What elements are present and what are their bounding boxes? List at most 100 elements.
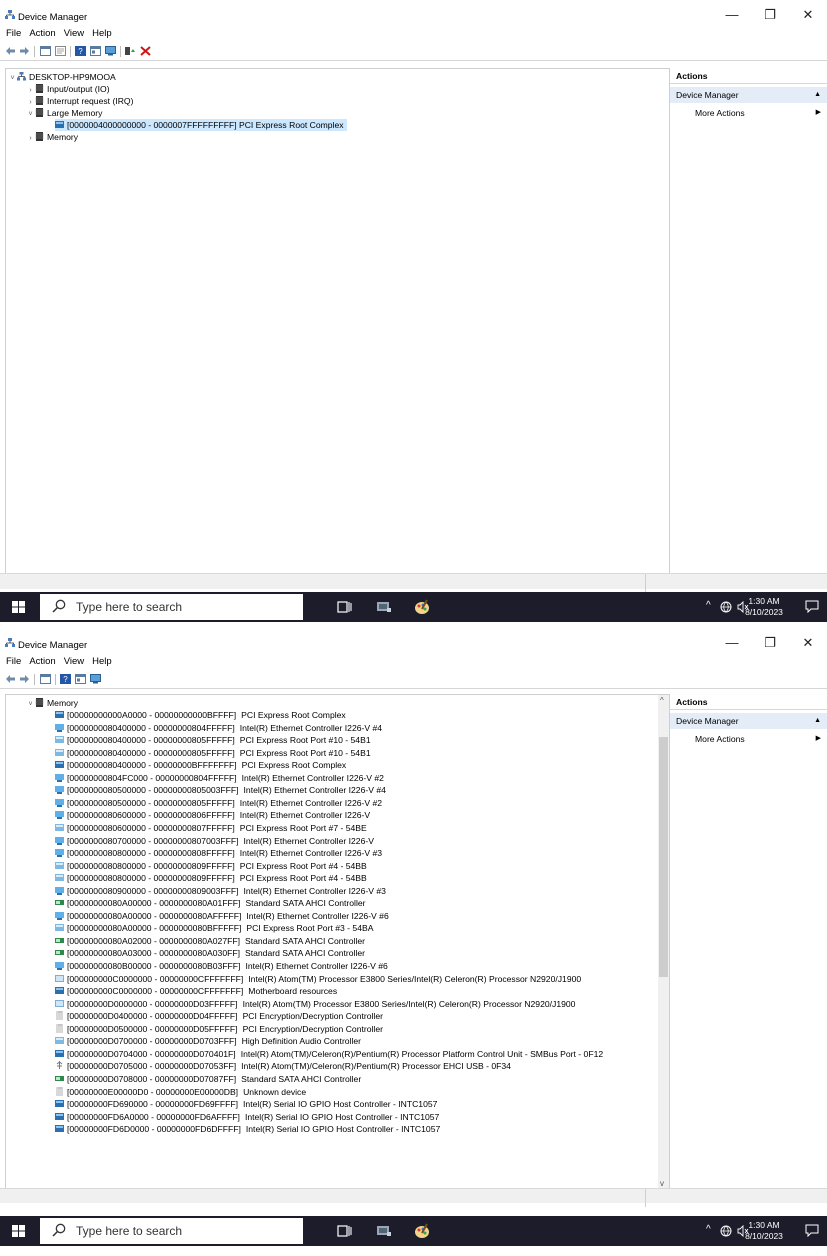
list-item[interactable]: [00000000D0708000 - 00000000D07087FF] Sta… [55,1073,361,1085]
show-hidden-icons[interactable]: ^ [706,600,711,611]
more-actions-item[interactable]: More Actions ▶ [670,732,827,746]
maximize-button[interactable]: ❐ [755,7,785,23]
scan-hardware-icon[interactable] [105,46,116,56]
list-item[interactable]: [00000000080A03000 - 0000000080A030FF] St… [55,947,365,959]
list-item[interactable]: [0000000080600000 - 00000000807FFFFF] PCI… [55,822,367,834]
properties-icon[interactable] [55,46,66,56]
list-item[interactable]: [0000000080500000 - 00000000805FFFFF] Int… [55,797,382,809]
list-item[interactable]: [00000000D0500000 - 00000000D05FFFFF] PCI… [55,1023,383,1035]
tree-node-computer[interactable]: ˅ DESKTOP-HP9MOOA [8,71,116,83]
tree-node-memory[interactable]: ˅ Memory [26,697,78,709]
tree-node-memory[interactable]: › Memory [26,131,78,143]
windows-start-icon[interactable] [12,1225,25,1237]
list-item[interactable]: [00000000080B00000 - 0000000080B03FFF] In… [55,960,388,972]
vertical-scrollbar[interactable]: ^ v [658,695,669,1189]
windows-start-icon[interactable] [12,601,25,613]
task-view-icon[interactable] [335,598,353,616]
maximize-button[interactable]: ❐ [755,635,785,651]
close-button[interactable]: ✕ [793,7,823,23]
collapse-up-icon[interactable]: ▲ [814,713,821,729]
list-item[interactable]: [00000000D0705000 - 00000000D07053FF] Int… [55,1060,511,1072]
uninstall-device-icon[interactable] [140,46,151,56]
collapse-up-icon[interactable]: ▲ [814,87,821,103]
list-item[interactable]: [0000000080400000 - 00000000805FFFFF] PCI… [55,747,371,759]
list-item[interactable]: [00000000D0700000 - 00000000D0703FFF] Hig… [55,1035,361,1047]
scroll-up-arrow-icon[interactable]: ^ [660,696,664,705]
update-driver-icon[interactable] [125,46,136,56]
tree-node-io[interactable]: › Input/output (IO) [26,83,110,95]
list-item[interactable]: [0000000080800000 - 00000000809FFFFF] PCI… [55,872,367,884]
actions-section-device-manager[interactable]: Device Manager ▲ [670,87,827,103]
menu-help[interactable]: Help [92,656,112,667]
menu-action[interactable]: Action [29,28,55,39]
system-clock[interactable]: 1:30 AM 8/10/2023 [739,1220,789,1242]
list-item[interactable]: [00000000E00000D0 - 00000000E00000DB] Unk… [55,1086,306,1098]
network-globe-icon[interactable] [720,601,732,613]
help-icon[interactable]: ? [60,674,71,684]
show-hidden-icons[interactable]: ^ [706,1224,711,1235]
list-item[interactable]: [00000000FD6A0000 - 00000000FD6AFFFF] Int… [55,1111,439,1123]
list-item[interactable]: [0000000080400000 - 00000000804FFFFF] Int… [55,722,382,734]
show-hide-tree-icon[interactable] [40,46,51,56]
scan-hardware-icon[interactable] [90,674,101,684]
taskbar-search-box[interactable]: Type here to search [40,1218,303,1244]
list-item[interactable]: [000000000C0000000 - 00000000CFFFFFFF] Mo… [55,985,337,997]
list-item[interactable]: [00000000FD690000 - 00000000FD69FFFF] Int… [55,1098,437,1110]
scroll-down-arrow-icon[interactable]: v [660,1179,664,1188]
tree-node-irq[interactable]: › Interrupt request (IRQ) [26,95,133,107]
scrollbar-thumb[interactable] [659,737,668,977]
menu-file[interactable]: File [6,656,21,667]
back-arrow-icon[interactable] [5,46,16,56]
menu-help[interactable]: Help [92,28,112,39]
title-bar[interactable]: Device Manager — ❐ ✕ [0,628,827,658]
actions-section-device-manager[interactable]: Device Manager ▲ [670,713,827,729]
list-item[interactable]: [0000000080800000 - 00000000809FFFFF] PCI… [55,860,367,872]
show-hide-tree-icon[interactable] [40,674,51,684]
forward-arrow-icon[interactable] [19,674,30,684]
list-item[interactable]: [00000000080A02000 - 0000000080A027FF] St… [55,935,365,947]
list-item[interactable]: [00000000000A0000 - 00000000000BFFFF] PCI… [55,709,346,721]
list-item[interactable]: [0000000080700000 - 00000000807003FFF] In… [55,835,374,847]
forward-arrow-icon[interactable] [19,46,30,56]
menu-file[interactable]: File [6,28,21,39]
paint-taskbar-icon[interactable] [413,598,431,616]
menu-view[interactable]: View [64,656,84,667]
list-item[interactable]: [00000000FD6D0000 - 00000000FD6DFFFF] Int… [55,1123,440,1135]
task-view-icon[interactable] [335,1222,353,1240]
device-tree[interactable]: ˅ DESKTOP-HP9MOOA › Input/output (IO) › Int… [5,68,670,575]
help-icon[interactable]: ? [75,46,86,56]
title-bar[interactable]: Device Manager — ❐ ✕ [0,0,827,30]
network-globe-icon[interactable] [720,1225,732,1237]
list-item[interactable]: [00000000080A00000 - 0000000080BFFFFF] PC… [55,922,373,934]
list-item[interactable]: [0000000080600000 - 00000000806FFFFF] Int… [55,809,370,821]
close-button[interactable]: ✕ [793,635,823,651]
device-tree[interactable]: ˅ Memory [00000000000A0000 - 00000000000B… [5,694,670,1190]
menu-view[interactable]: View [64,28,84,39]
list-item[interactable]: [00000000D0704000 - 00000000D070401F] Int… [55,1048,603,1060]
list-item[interactable]: [00000000080A00000 - 0000000080A01FFF] St… [55,897,366,909]
list-item[interactable]: [00000000080A00000 - 0000000080AFFFFF] In… [55,910,389,922]
tree-node-pci-root-large[interactable]: [0000004000000000 - 0000007FFFFFFFFF] PC… [55,119,347,131]
device-view-icon[interactable] [90,46,101,56]
list-item[interactable]: [0000000080400000 - 00000000805FFFFF] PCI… [55,734,371,746]
list-item[interactable]: [000000000C0000000 - 00000000CFFFFFFF] In… [55,973,581,985]
system-clock[interactable]: 1:30 AM 8/10/2023 [739,596,789,618]
menu-action[interactable]: Action [29,656,55,667]
device-manager-taskbar-icon[interactable] [375,598,393,616]
taskbar-search-box[interactable]: Type here to search [40,594,303,620]
list-item[interactable]: [0000000080800000 - 00000000808FFFFF] Int… [55,847,382,859]
list-item[interactable]: [00000000D0000000 - 00000000D03FFFFF] Int… [55,998,575,1010]
list-item[interactable]: [00000000D0400000 - 00000000D04FFFFF] PCI… [55,1010,383,1022]
minimize-button[interactable]: — [717,635,747,650]
device-view-icon[interactable] [75,674,86,684]
list-item[interactable]: [00000000804FC000 - 00000000804FFFFF] Int… [55,772,384,784]
device-manager-taskbar-icon[interactable] [375,1222,393,1240]
tree-node-large-memory[interactable]: ˅ Large Memory [26,107,102,119]
back-arrow-icon[interactable] [5,674,16,684]
list-item[interactable]: [0000000080500000 - 00000000805003FFF] In… [55,784,386,796]
list-item[interactable]: [0000000080900000 - 00000000809003FFF] In… [55,885,386,897]
minimize-button[interactable]: — [717,7,747,22]
list-item[interactable]: [0000000080400000 - 00000000BFFFFFFF] PCI… [55,759,346,771]
notification-icon[interactable] [805,599,819,613]
more-actions-item[interactable]: More Actions ▶ [670,106,827,120]
